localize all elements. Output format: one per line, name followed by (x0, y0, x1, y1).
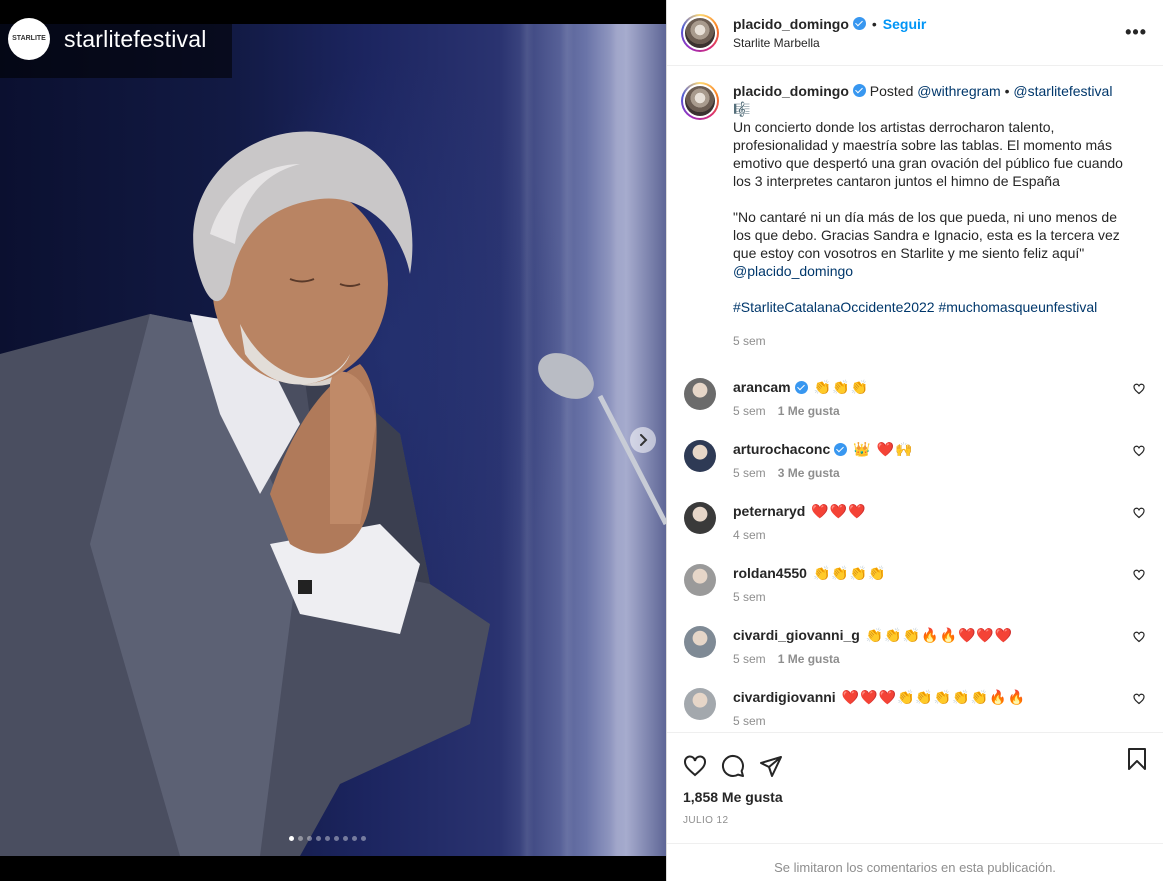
caption-quote: "No cantaré ni un día más de los que pue… (733, 209, 1120, 261)
caption-separator: • (1004, 83, 1010, 99)
heart-icon[interactable] (1133, 444, 1145, 462)
comment-time[interactable]: 5 sem (733, 466, 766, 480)
carousel-dot (361, 836, 366, 841)
comment-text: 👑 ❤️🙌 (853, 440, 914, 457)
heart-icon[interactable] (1133, 630, 1145, 648)
caption-time[interactable]: 5 sem (733, 332, 1123, 350)
comments-limited-notice: Se limitaron los comentarios en esta pub… (667, 843, 1163, 875)
comment-time[interactable]: 5 sem (733, 590, 766, 604)
commenter-username[interactable]: arturochaconc (733, 441, 830, 457)
comment-item: arturochaconc 👑 ❤️🙌 5 sem 3 Me gusta (681, 440, 1147, 480)
post-actions: 1,858 Me gusta JULIO 12 Se limitaron los… (667, 732, 1163, 881)
comment-time[interactable]: 4 sem (733, 528, 766, 542)
carousel-dot (325, 836, 330, 841)
carousel-dot (334, 836, 339, 841)
post-side-panel: placido_domingo • Seguir Starlite Marbel… (666, 0, 1163, 881)
posted-label: Posted (869, 83, 914, 99)
comment-list: arancam 👏👏👏 5 sem 1 Me gusta arturochacon… (681, 378, 1147, 728)
post-date: JULIO 12 (683, 815, 729, 826)
commenter-username[interactable]: civardigiovanni (733, 689, 836, 705)
carousel-dot (298, 836, 303, 841)
follow-button[interactable]: Seguir (883, 16, 927, 32)
comment-item: arancam 👏👏👏 5 sem 1 Me gusta (681, 378, 1147, 418)
comment-icon[interactable] (721, 754, 745, 778)
hashtags[interactable]: #StarliteCatalanaOccidente2022 #muchomas… (733, 298, 1123, 316)
singer-illustration (0, 131, 666, 856)
carousel-dot (289, 836, 294, 841)
comment-time[interactable]: 5 sem (733, 714, 766, 728)
carousel-dot (352, 836, 357, 841)
comment-item: peternaryd ❤️❤️❤️ 4 sem (681, 502, 1147, 542)
source-account-link[interactable]: @starlitefestival (1013, 83, 1112, 99)
comment-likes[interactable]: 1 Me gusta (778, 404, 840, 418)
comment-likes[interactable]: 1 Me gusta (778, 652, 840, 666)
comment-item: roldan4550 👏👏👏👏 5 sem (681, 564, 1147, 604)
heart-icon[interactable] (1133, 506, 1145, 524)
author-avatar[interactable] (681, 13, 719, 52)
caption-username[interactable]: placido_domingo (733, 83, 849, 99)
verified-icon (794, 380, 808, 394)
comment-text: 👏👏👏🔥🔥❤️❤️❤️ (865, 626, 1014, 643)
more-icon[interactable]: ••• (1125, 22, 1147, 43)
heart-icon[interactable] (683, 754, 707, 778)
commenter-username[interactable]: civardi_giovanni_g (733, 627, 860, 643)
commenter-avatar[interactable] (684, 378, 716, 410)
comment-text: ❤️❤️❤️👏👏👏👏👏🔥🔥 (841, 688, 1027, 705)
separator: • (871, 15, 877, 32)
withregram-link[interactable]: @withregram (917, 83, 1000, 99)
caption: placido_domingo Posted @withregram • @st… (681, 82, 1147, 350)
mention-link[interactable]: @placido_domingo (733, 263, 853, 279)
verified-icon (834, 442, 848, 456)
next-arrow-icon (640, 434, 648, 446)
heart-icon[interactable] (1133, 382, 1145, 400)
post-photo[interactable] (0, 24, 666, 856)
bookmark-icon[interactable] (1127, 747, 1147, 776)
comment-time[interactable]: 5 sem (733, 404, 766, 418)
watermark: STARLITE starlitefestival (0, 0, 232, 78)
comment-text: ❤️❤️❤️ (811, 502, 867, 519)
commenter-avatar[interactable] (684, 626, 716, 658)
carousel-dot (307, 836, 312, 841)
comment-text: 👏👏👏 (813, 378, 869, 395)
verified-icon (852, 17, 866, 30)
comment-text: 👏👏👏👏 (812, 564, 887, 581)
heart-icon[interactable] (1133, 568, 1145, 586)
likes-count[interactable]: 1,858 Me gusta (667, 789, 1163, 805)
commenter-avatar[interactable] (684, 564, 716, 596)
commenter-username[interactable]: peternaryd (733, 503, 805, 519)
commenter-avatar[interactable] (684, 440, 716, 472)
carousel-dot (343, 836, 348, 841)
watermark-handle: starlitefestival (64, 25, 207, 52)
carousel-indicator (289, 836, 366, 841)
comment-item: civardi_giovanni_g 👏👏👏🔥🔥❤️❤️❤️ 5 sem 1 Me… (681, 626, 1147, 666)
commenter-username[interactable]: arancam (733, 379, 791, 395)
verified-icon (852, 84, 866, 97)
author-username[interactable]: placido_domingo (733, 16, 849, 32)
post-media: STARLITE starlitefestival (0, 0, 666, 881)
share-icon[interactable] (759, 754, 783, 778)
commenter-avatar[interactable] (684, 688, 716, 720)
comment-item: civardigiovanni ❤️❤️❤️👏👏👏👏👏🔥🔥 5 sem (681, 688, 1147, 728)
comments-section[interactable]: placido_domingo Posted @withregram • @st… (667, 66, 1163, 732)
caption-avatar[interactable] (681, 82, 719, 120)
starlite-logo: STARLITE (8, 18, 50, 60)
commenter-avatar[interactable] (684, 502, 716, 534)
caption-paragraph: Un concierto donde los artistas derrocha… (733, 119, 1123, 189)
comment-time[interactable]: 5 sem (733, 652, 766, 666)
heart-icon[interactable] (1133, 692, 1145, 710)
location-link[interactable]: Starlite Marbella (733, 36, 926, 50)
next-photo-button[interactable] (630, 427, 656, 453)
commenter-username[interactable]: roldan4550 (733, 565, 807, 581)
carousel-dot (316, 836, 321, 841)
music-emoji: 🎼 (733, 101, 751, 117)
post-header: placido_domingo • Seguir Starlite Marbel… (667, 0, 1163, 66)
comment-likes[interactable]: 3 Me gusta (778, 466, 840, 480)
